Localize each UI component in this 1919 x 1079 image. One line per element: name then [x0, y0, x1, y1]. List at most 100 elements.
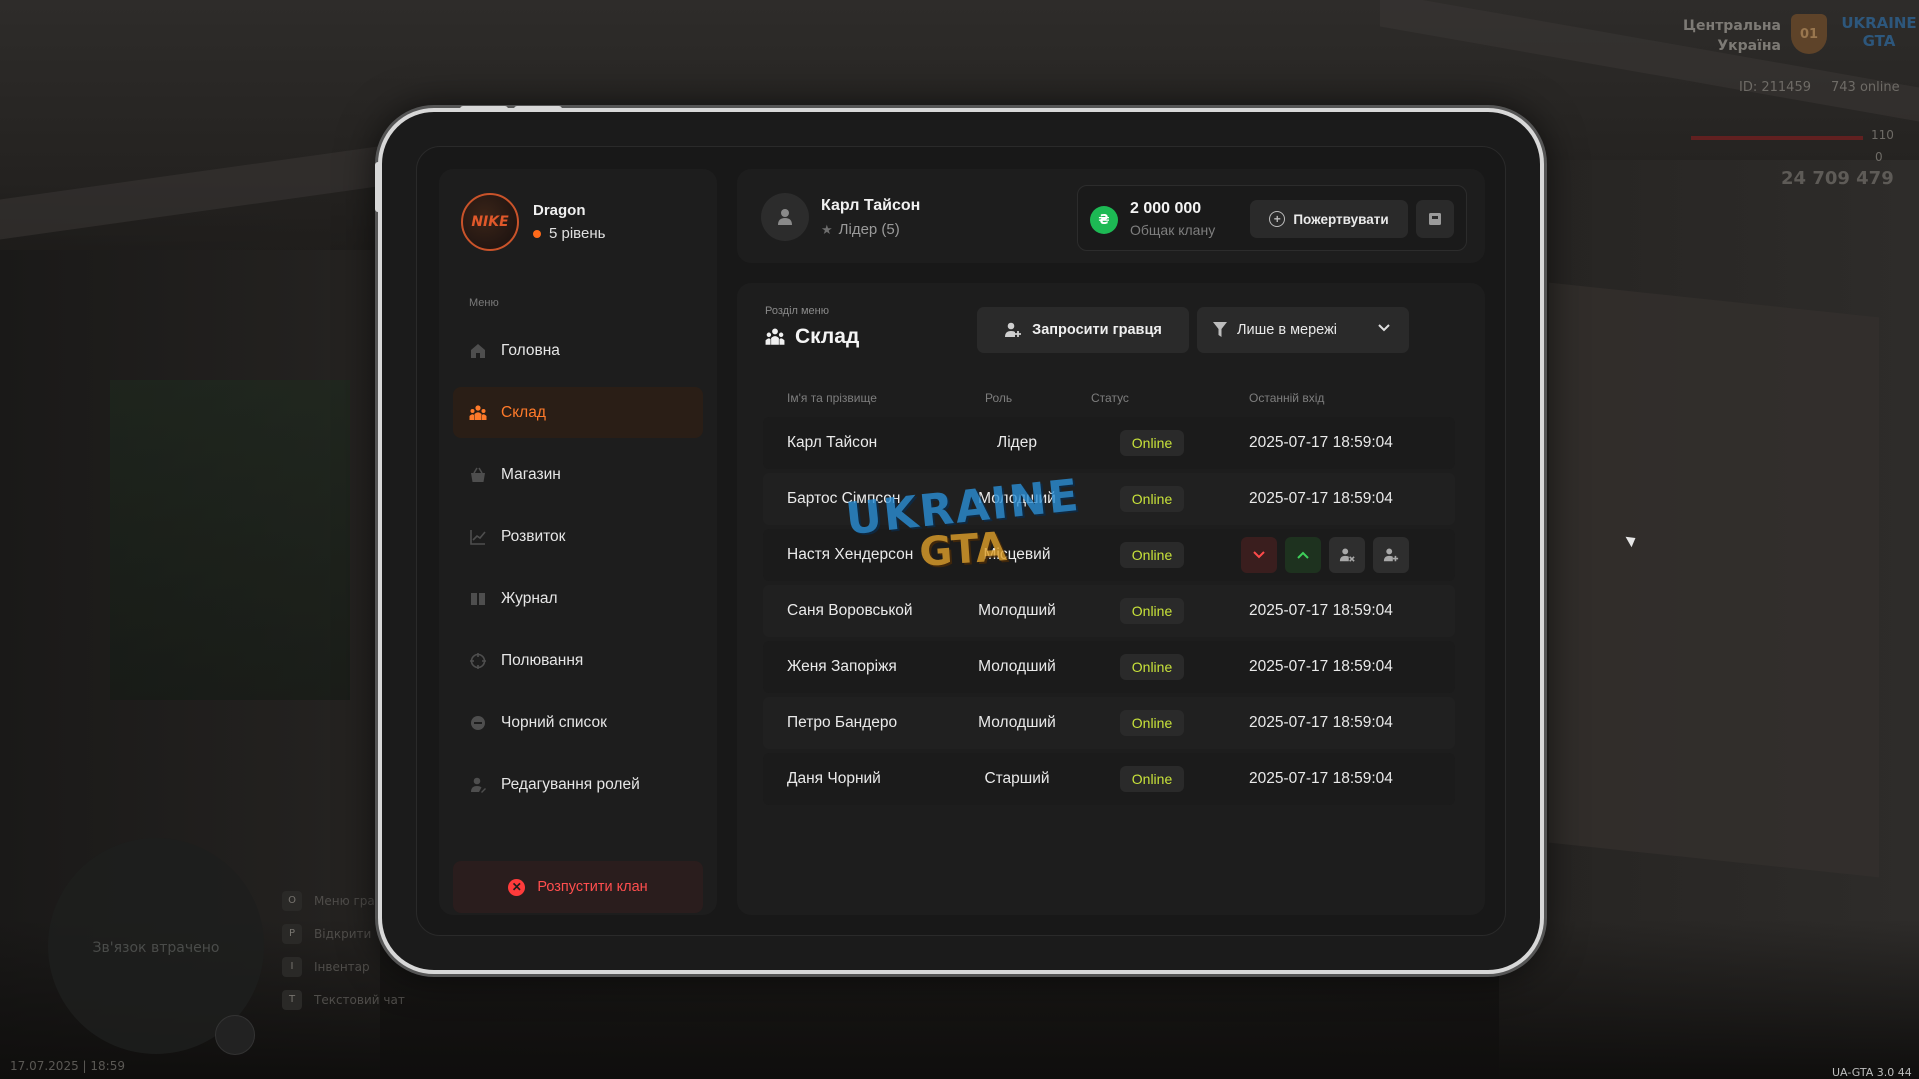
player-id: ID: 211459: [1739, 80, 1811, 95]
hint-label: Текстовий чат: [314, 992, 405, 1007]
sidebar-item-journal[interactable]: Журнал: [453, 573, 703, 624]
member-name: Женя Запоріжя: [787, 658, 897, 675]
user-role-label: Лідер (5): [838, 221, 900, 238]
minimap-status: Зв'язок втрачено: [92, 940, 220, 956]
sidebar-item-role-editor[interactable]: Редагування ролей: [453, 759, 703, 810]
table-row[interactable]: Даня Чорний Старший Online 2025-07-17 18…: [763, 753, 1455, 805]
clan-level: 5 рівень: [533, 225, 605, 242]
shop-icon: [469, 466, 487, 484]
member-name: Карл Тайсон: [787, 434, 878, 451]
status-badge: Online: [1119, 542, 1185, 568]
sidebar-item-label: Редагування ролей: [501, 775, 640, 793]
member-role: Молодший: [978, 658, 1056, 675]
member-last-login: 2025-07-17 18:59:04: [1249, 490, 1393, 507]
sidebar-item-label: Склад: [501, 403, 546, 421]
members-icon: [765, 328, 785, 345]
header-status: Статус: [1091, 391, 1129, 405]
bank-history-button[interactable]: [1416, 200, 1454, 238]
table-row[interactable]: Петро Бандеро Молодший Online 2025-07-17…: [763, 697, 1455, 749]
user-role: ★ Лідер (5): [821, 221, 900, 238]
sidebar-item-hunting[interactable]: Полювання: [453, 635, 703, 686]
top-bar: Карл Тайсон ★ Лідер (5) ₴ 2 000 000 Обща…: [737, 169, 1485, 263]
donate-label: Пожертвувати: [1293, 211, 1389, 227]
clan-info: Dragon 5 рівень: [533, 202, 605, 242]
sidebar: NIKE Dragon 5 рівень Меню Головна Склад …: [439, 169, 717, 915]
clan-bank: ₴ 2 000 000 Общак клану + Пожертвувати: [1077, 185, 1467, 251]
sidebar-item-label: Головна: [501, 341, 560, 359]
server-logo-line1: UKRAINE: [1841, 14, 1917, 32]
kick-member-button[interactable]: [1329, 537, 1365, 573]
member-status: Online: [1087, 486, 1217, 512]
sidebar-item-progress[interactable]: Розвиток: [453, 511, 703, 562]
member-name: Бартос Сімпсон: [787, 490, 901, 507]
game-version: UA-GTA 3.0 44: [1832, 1066, 1912, 1079]
page-title: Склад: [765, 325, 859, 349]
member-last-login: 2025-07-17 18:59:04: [1249, 658, 1393, 675]
bank-amount: 2 000 000: [1130, 200, 1202, 217]
target-icon: [469, 652, 487, 670]
table-row[interactable]: Саня Воровськой Молодший Online 2025-07-…: [763, 585, 1455, 637]
hint-label: Меню гра: [314, 893, 375, 908]
server-logo: UKRAINE GTA: [1839, 14, 1919, 58]
hint-key: P: [282, 923, 302, 944]
member-status: Online: [1087, 766, 1217, 792]
health-bar: [1691, 136, 1863, 140]
sidebar-item-blacklist[interactable]: Чорний список: [453, 697, 703, 748]
sidebar-item-label: Журнал: [501, 589, 558, 607]
invite-player-label: Запросити гравця: [1032, 322, 1162, 338]
header-role: Роль: [985, 391, 1013, 405]
member-status: Online: [1087, 430, 1217, 456]
plus-circle-icon: +: [1269, 211, 1286, 227]
game-datetime: 17.07.2025 | 18:59: [10, 1059, 125, 1073]
window-left: [110, 380, 350, 700]
table-row[interactable]: Карл Тайсон Лідер Online 2025-07-17 18:5…: [763, 417, 1455, 469]
member-role: Молодший: [978, 602, 1056, 619]
chevron-down-icon: [1378, 324, 1390, 332]
status-badge: Online: [1119, 598, 1185, 624]
hint-label: Відкрити: [314, 926, 372, 941]
donate-button[interactable]: + Пожертвувати: [1250, 200, 1408, 238]
sidebar-item-label: Розвиток: [501, 527, 566, 545]
panel-right: [1549, 282, 1879, 878]
menu-caption: Меню: [469, 297, 499, 309]
hint-key: O: [282, 890, 302, 911]
chevron-down-icon: [1253, 551, 1265, 559]
bank-caption: Общак клану: [1130, 222, 1216, 238]
filter-icon: [1213, 322, 1227, 337]
member-status: Online: [1087, 710, 1217, 736]
level-dot-icon: [533, 229, 541, 238]
microphone-button[interactable]: [215, 1015, 255, 1055]
table-row[interactable]: Бартос Сімпсон Молодший Online 2025-07-1…: [763, 473, 1455, 525]
promote-button[interactable]: [1285, 537, 1321, 573]
table-header: Ім'я та прізвище Роль Статус Останній вх…: [763, 383, 1455, 413]
table-row[interactable]: Настя Хендерсон Місцевий Online: [763, 529, 1455, 581]
key-hint: I Інвентар: [282, 950, 405, 983]
sidebar-item-members[interactable]: Склад: [453, 387, 703, 438]
demote-button[interactable]: [1241, 537, 1277, 573]
book-icon: [469, 590, 487, 608]
member-name: Саня Воровськой: [787, 602, 913, 619]
member-settings-button[interactable]: [1373, 537, 1409, 573]
hint-key: T: [282, 989, 302, 1010]
hint-label: Інвентар: [314, 959, 370, 974]
remove-user-icon: [1339, 548, 1355, 562]
table-row[interactable]: Женя Запоріжя Молодший Online 2025-07-17…: [763, 641, 1455, 693]
block-icon: [469, 714, 487, 732]
tablet-screen: NIKE Dragon 5 рівень Меню Головна Склад …: [416, 146, 1506, 936]
member-role: Лідер: [997, 434, 1037, 451]
table-body: Карл Тайсон Лідер Online 2025-07-17 18:5…: [763, 417, 1455, 805]
online-filter-select[interactable]: Лише в мережі: [1197, 307, 1409, 353]
sidebar-item-label: Магазин: [501, 465, 561, 483]
chevron-up-icon: [1297, 551, 1309, 559]
member-last-login: 2025-07-17 18:59:04: [1249, 434, 1393, 451]
sidebar-item-shop[interactable]: Магазин: [453, 449, 703, 500]
status-badge: Online: [1119, 486, 1185, 512]
invite-player-button[interactable]: Запросити гравця: [977, 307, 1189, 353]
member-last-login: 2025-07-17 18:59:04: [1249, 602, 1393, 619]
sidebar-item-home[interactable]: Головна: [453, 325, 703, 376]
clan-logo: NIKE: [461, 193, 519, 251]
disband-clan-button[interactable]: ✕ Розпустити клан: [453, 861, 703, 913]
status-badge: Online: [1119, 710, 1185, 736]
money-value: 24 709 479: [1781, 168, 1894, 189]
member-name: Петро Бандеро: [787, 714, 898, 731]
